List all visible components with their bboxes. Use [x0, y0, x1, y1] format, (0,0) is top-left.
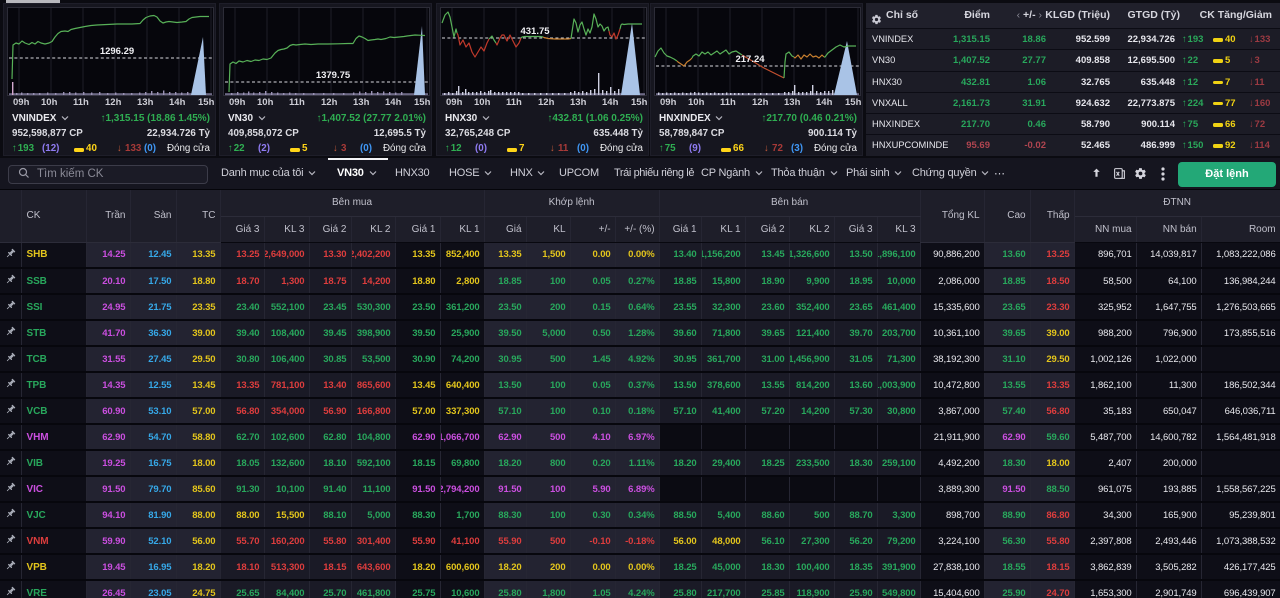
svg-text:1296.29: 1296.29 [100, 46, 134, 57]
svg-text:431.75: 431.75 [520, 26, 550, 37]
svg-text:217.24: 217.24 [735, 54, 765, 65]
svg-text:1379.75: 1379.75 [316, 70, 351, 81]
